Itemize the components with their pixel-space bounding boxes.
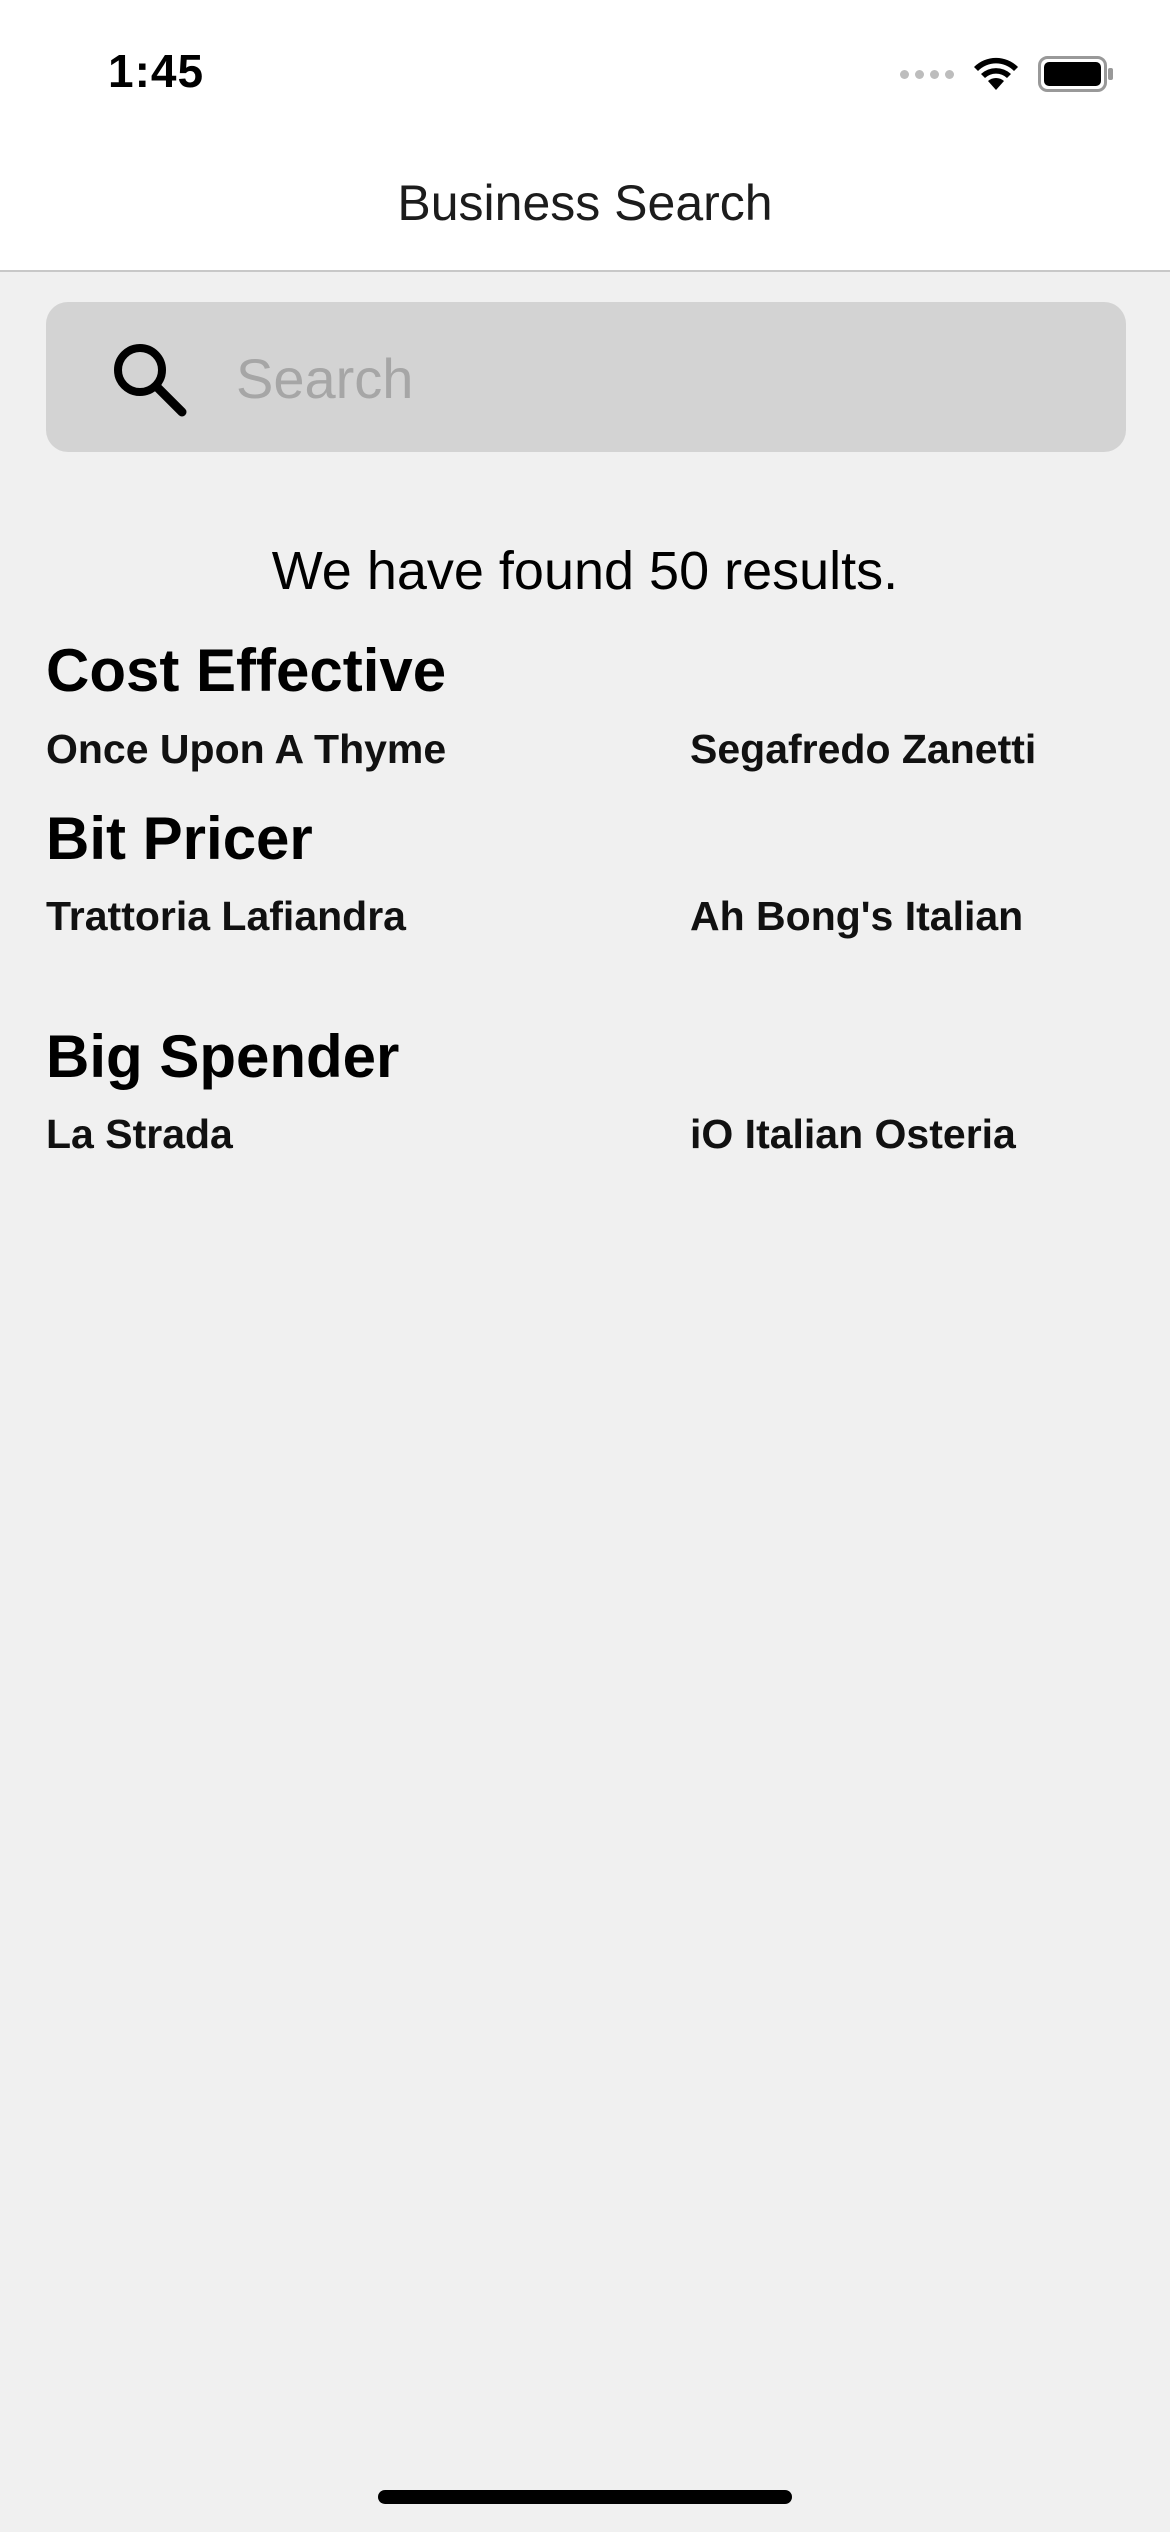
- page-title: Business Search: [397, 175, 773, 231]
- wifi-icon: [974, 57, 1018, 90]
- business-item[interactable]: Once Upon A Thyme: [46, 726, 446, 773]
- status-bar: 1:45: [0, 0, 1170, 140]
- cellular-signal-icon: [900, 69, 954, 79]
- business-item[interactable]: La Strada: [46, 1111, 233, 1158]
- navigation-bar: Business Search: [0, 140, 1170, 272]
- search-input[interactable]: [234, 332, 1098, 424]
- results-count: We have found 50 results.: [271, 541, 899, 601]
- search-bar[interactable]: [46, 302, 1126, 452]
- business-item[interactable]: Segafredo Zanetti: [690, 726, 1036, 773]
- business-item[interactable]: Ah Bong's Italian: [690, 893, 1023, 940]
- business-item[interactable]: Trattoria Lafiandra: [46, 893, 406, 940]
- section-title-bit-pricer: Bit Pricer: [46, 805, 313, 872]
- status-icons: [900, 54, 1114, 94]
- business-item[interactable]: iO Italian Osteria: [690, 1111, 1016, 1158]
- section-title-big-spender: Big Spender: [46, 1023, 400, 1090]
- section-title-cost-effective: Cost Effective: [46, 637, 447, 704]
- battery-icon: [1038, 56, 1113, 92]
- status-time: 1:45: [108, 45, 205, 97]
- home-indicator[interactable]: [378, 2490, 792, 2504]
- search-icon: [114, 344, 187, 417]
